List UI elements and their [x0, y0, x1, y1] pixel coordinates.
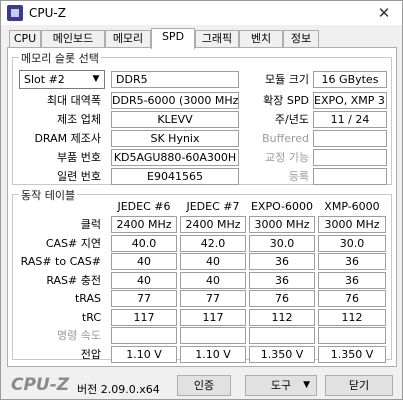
slot-select-value: Slot #2: [24, 73, 65, 86]
tools-button-label: 도구: [270, 379, 292, 392]
serial-number-field: E9041565: [111, 168, 239, 185]
chevron-down-icon: ▼: [92, 74, 100, 84]
cpuz-logo: CPU-Z: [11, 375, 70, 395]
timing-col-expo: EXPO-6000: [250, 200, 314, 213]
tab-bench[interactable]: 벤치: [239, 30, 283, 48]
timing-row-label: RAS# to CAS#: [20, 255, 101, 268]
timing-cell: 3000 MHz: [249, 216, 315, 233]
validate-button[interactable]: 인증: [177, 375, 231, 396]
part-number-field: KD5AGU880-60A300H: [111, 149, 239, 166]
tab-about[interactable]: 정보: [283, 30, 319, 48]
timing-cell: 76: [249, 290, 315, 307]
timing-cell: 2400 MHz: [180, 216, 246, 233]
timing-cell: 36: [249, 272, 315, 289]
slot-select[interactable]: Slot #2 ▼: [19, 70, 105, 89]
buffered-field: [313, 130, 387, 147]
memory-type-field: DDR5: [111, 71, 239, 88]
close-icon[interactable]: ✕: [374, 3, 394, 23]
slot-group: 메모리 슬롯 선택 Slot #2 ▼ DDR5 모듈 크기 16 GBytes…: [12, 50, 392, 185]
timings-group-title: 동작 테이블: [19, 187, 78, 203]
timing-row-label: RAS# 충전: [46, 274, 101, 287]
timing-row-label: CAS# 지연: [45, 237, 101, 250]
timing-col-jedec6: JEDEC #6: [117, 200, 171, 213]
timing-cell: 40: [111, 272, 177, 289]
timing-cell: 112: [318, 309, 386, 326]
tab-cpu[interactable]: CPU: [9, 30, 41, 48]
buffered-label: Buffered: [262, 132, 309, 145]
part-number-label: 부품 번호: [57, 151, 101, 164]
timing-cell: [318, 327, 386, 344]
max-bandwidth-label: 최대 대역폭: [46, 94, 101, 107]
timing-col-xmp: XMP-6000: [324, 200, 380, 213]
correction-label: 교정 기능: [265, 151, 309, 164]
timing-cell: 76: [318, 290, 386, 307]
module-size-field: 16 GBytes: [313, 71, 387, 88]
timing-cell: 1.10 V: [111, 346, 177, 363]
timing-cell: 30.0: [318, 235, 386, 252]
timing-cell: 2400 MHz: [111, 216, 177, 233]
timing-cell: 1.350 V: [318, 346, 386, 363]
tab-mainboard[interactable]: 메인보드: [41, 30, 105, 48]
dram-manufacturer-field: SK Hynix: [111, 130, 239, 147]
timing-cell: [249, 327, 315, 344]
timing-cell: 36: [249, 253, 315, 270]
timing-cell: 117: [111, 309, 177, 326]
timing-cell: 36: [318, 253, 386, 270]
correction-field: [313, 149, 387, 166]
title-bar: CPU-Z ✕: [1, 1, 402, 25]
tab-graphics[interactable]: 그래픽: [195, 30, 239, 48]
timing-cell: 117: [180, 309, 246, 326]
timing-cell: 40: [180, 253, 246, 270]
max-bandwidth-field: DDR5-6000 (3000 MHz): [111, 92, 239, 109]
chevron-down-icon: ▼: [303, 380, 310, 390]
timing-row-label: 전압: [80, 348, 101, 361]
timing-cell: 36: [318, 272, 386, 289]
spd-ext-label: 확장 SPD: [263, 94, 309, 107]
dram-manufacturer-label: DRAM 제조사: [34, 132, 101, 145]
timing-cell: [111, 327, 177, 344]
timing-cell: [180, 327, 246, 344]
timing-row-label: tRAS: [74, 292, 101, 305]
timing-cell: 40: [111, 253, 177, 270]
cpuz-app-icon: [7, 5, 23, 21]
timing-cell: 1.350 V: [249, 346, 315, 363]
tools-button[interactable]: 도구 ▼: [245, 375, 317, 396]
week-year-field: 11 / 24: [313, 111, 387, 128]
window-title: CPU-Z: [29, 6, 66, 20]
cpuz-window: CPU-Z ✕ CPU 메인보드 메모리 SPD 그래픽 벤치 정보 메모리 슬…: [0, 0, 403, 400]
timings-group: 동작 테이블 JEDEC #6 JEDEC #7 EXPO-6000 XMP-6…: [12, 187, 392, 363]
timing-cell: 1.10 V: [180, 346, 246, 363]
spd-panel: 메모리 슬롯 선택 Slot #2 ▼ DDR5 모듈 크기 16 GBytes…: [7, 47, 397, 367]
manufacturer-label: 제조 업체: [57, 113, 101, 126]
timing-cell: 42.0: [180, 235, 246, 252]
timing-cell: 77: [180, 290, 246, 307]
close-button[interactable]: 닫기: [325, 375, 393, 396]
timing-row-label: 클럭: [80, 218, 101, 231]
timing-row-label: 명령 속도: [57, 329, 101, 342]
spd-ext-field: EXPO, XMP 3.0: [313, 92, 387, 109]
timing-cell: 30.0: [249, 235, 315, 252]
serial-number-label: 일련 번호: [57, 170, 101, 183]
timing-cell: 77: [111, 290, 177, 307]
timing-col-jedec7: JEDEC #7: [186, 200, 240, 213]
timing-cell: 3000 MHz: [318, 216, 386, 233]
timing-cell: 40.0: [111, 235, 177, 252]
version-label: 버전 2.09.0.x64: [77, 383, 160, 396]
timing-cell: 40: [180, 272, 246, 289]
tab-memory[interactable]: 메모리: [105, 30, 151, 48]
registered-field: [313, 168, 387, 185]
module-size-label: 모듈 크기: [265, 73, 309, 86]
timing-row-label: tRC: [81, 311, 101, 324]
slot-group-title: 메모리 슬롯 선택: [19, 50, 101, 66]
tab-spd[interactable]: SPD: [151, 28, 195, 49]
manufacturer-field: KLEVV: [111, 111, 239, 128]
registered-label: 등록: [288, 170, 309, 183]
week-year-label: 주/년도: [274, 113, 309, 126]
timing-cell: 112: [249, 309, 315, 326]
